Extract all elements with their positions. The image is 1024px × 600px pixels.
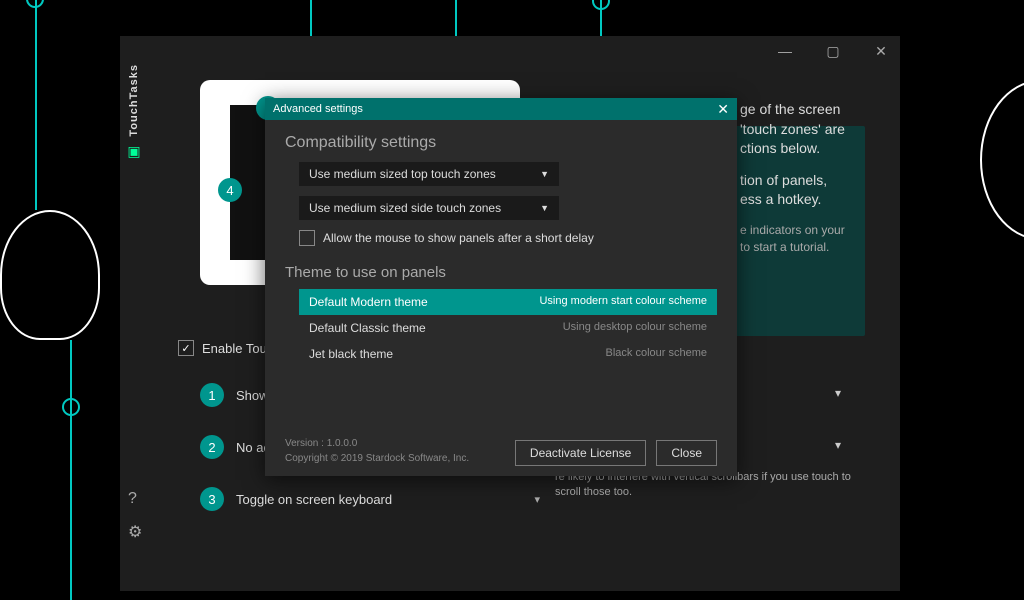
mouse-delay-checkbox[interactable] (299, 230, 315, 246)
deactivate-license-button[interactable]: Deactivate License (515, 440, 646, 466)
chevron-down-icon[interactable]: ▾ (835, 438, 841, 452)
theme-option-jetblack[interactable]: Jet black theme Black colour scheme (299, 341, 717, 367)
mouse-delay-row[interactable]: Allow the mouse to show panels after a s… (299, 230, 717, 246)
theme-scheme: Using modern start colour scheme (539, 295, 707, 309)
version-info: Version : 1.0.0.0 Copyright © 2019 Stard… (285, 436, 469, 466)
option-badge: 2 (200, 435, 224, 459)
info-text: ge of the screen 'touch zones' are ction… (740, 100, 890, 268)
option-badge: 1 (200, 383, 224, 407)
theme-name: Default Classic theme (309, 321, 426, 335)
info-line: ess a hotkey. (740, 191, 821, 207)
dialog-body: Compatibility settings Use medium sized … (265, 120, 737, 377)
close-button[interactable]: Close (656, 440, 717, 466)
theme-option-modern[interactable]: Default Modern theme Using modern start … (299, 289, 717, 315)
select-value: Use medium sized side touch zones (309, 201, 501, 215)
option-label: Show (236, 388, 269, 403)
copyright-label: Copyright © 2019 Stardock Software, Inc. (285, 451, 469, 466)
version-label: Version : 1.0.0.0 (285, 436, 469, 451)
info-hint: e indicators on your (740, 223, 845, 237)
select-value: Use medium sized top touch zones (309, 167, 496, 181)
option-row-3[interactable]: 3 Toggle on screen keyboard ▾ (200, 482, 540, 516)
zone-marker-4[interactable]: 4 (218, 178, 242, 202)
dialog-footer: Version : 1.0.0.0 Copyright © 2019 Stard… (285, 436, 717, 466)
chevron-down-icon[interactable]: ▾ (835, 386, 841, 400)
info-line: ctions below. (740, 140, 820, 156)
gear-icon[interactable]: ⚙ (128, 522, 142, 542)
dialog-close-icon[interactable]: ✕ (717, 101, 729, 118)
close-window-button[interactable]: ✕ (866, 39, 896, 63)
advanced-settings-dialog: Advanced settings ✕ Compatibility settin… (265, 98, 737, 476)
dialog-titlebar: Advanced settings ✕ (265, 98, 737, 120)
info-line: ge of the screen (740, 101, 840, 117)
chevron-down-icon[interactable]: ▾ (534, 493, 540, 506)
top-zones-select[interactable]: Use medium sized top touch zones ▼ (299, 162, 559, 186)
theme-name: Default Modern theme (309, 295, 428, 309)
app-icon: ▣ (127, 143, 140, 160)
info-hint: to start a tutorial. (740, 240, 829, 254)
compat-heading: Compatibility settings (285, 134, 717, 152)
option-badge: 3 (200, 487, 224, 511)
info-line: 'touch zones' are (740, 121, 845, 137)
titlebar: — ▢ ✕ (120, 36, 900, 66)
dialog-title: Advanced settings (273, 103, 363, 115)
enable-checkbox[interactable] (178, 340, 194, 356)
side-zones-select[interactable]: Use medium sized side touch zones ▼ (299, 196, 559, 220)
theme-heading: Theme to use on panels (285, 264, 717, 281)
app-vertical-label: TouchTasks ▣ (122, 64, 146, 184)
caret-down-icon: ▼ (540, 169, 549, 179)
caret-down-icon: ▼ (540, 203, 549, 213)
maximize-button[interactable]: ▢ (818, 39, 848, 63)
mouse-delay-label: Allow the mouse to show panels after a s… (323, 231, 594, 245)
theme-scheme: Using desktop colour scheme (563, 321, 707, 335)
app-name-label: TouchTasks (128, 64, 140, 137)
help-icon[interactable]: ? (128, 490, 142, 508)
theme-name: Jet black theme (309, 347, 393, 361)
bottom-icon-bar: ? ⚙ (128, 490, 142, 542)
info-line: tion of panels, (740, 172, 827, 188)
theme-scheme: Black colour scheme (606, 347, 708, 361)
theme-list: Default Modern theme Using modern start … (299, 289, 717, 367)
option-label: Toggle on screen keyboard (236, 492, 392, 507)
theme-option-classic[interactable]: Default Classic theme Using desktop colo… (299, 315, 717, 341)
minimize-button[interactable]: — (770, 39, 800, 63)
